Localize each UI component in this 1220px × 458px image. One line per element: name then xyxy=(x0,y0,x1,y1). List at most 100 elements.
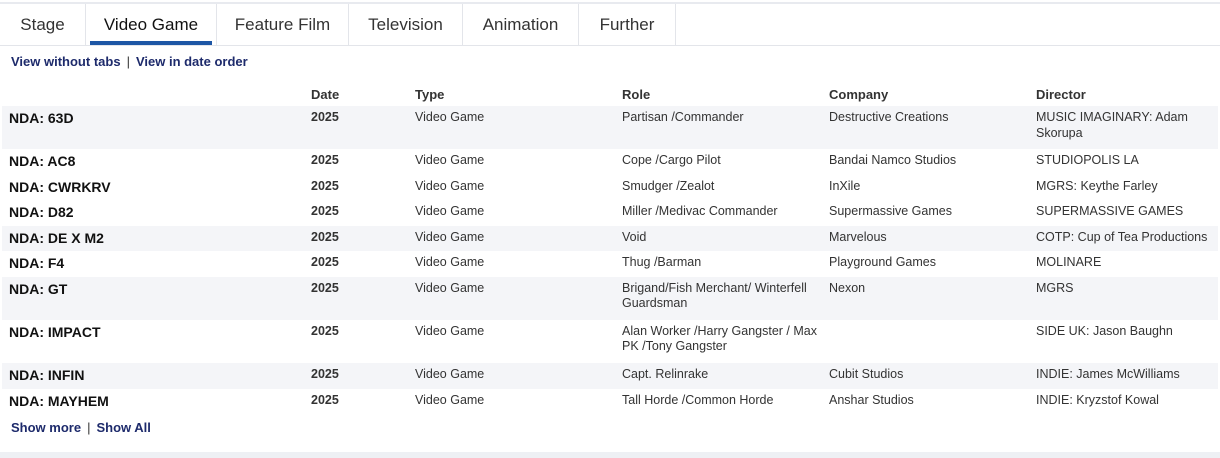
title-column-header xyxy=(2,82,311,106)
credit-company xyxy=(829,320,1036,363)
show-more-link[interactable]: Show more xyxy=(11,420,81,435)
company-column-header[interactable]: Company xyxy=(829,82,1036,106)
credit-date: 2025 xyxy=(311,225,415,252)
credit-title: NDA: CWRKRV xyxy=(9,178,111,195)
table-row: NDA: 63D 2025 Video Game Partisan /Comma… xyxy=(2,106,1218,149)
credit-title: NDA: GT xyxy=(2,276,311,320)
tab-video-game[interactable]: Video Game xyxy=(86,4,217,45)
credit-role: Thug /Barman xyxy=(622,255,702,270)
type-column-header[interactable]: Type xyxy=(415,82,622,106)
credit-type: Video Game xyxy=(415,255,485,270)
tab-animation[interactable]: Animation xyxy=(463,4,579,45)
credit-title: NDA: MAYHEM xyxy=(9,392,109,409)
credit-type: Video Game xyxy=(415,323,485,338)
credit-date: 2025 xyxy=(311,323,339,338)
credit-role: Capt. Relinrake xyxy=(622,362,829,389)
tab-label: Video Game xyxy=(103,14,199,34)
credit-company: Destructive Creations xyxy=(829,106,1036,149)
table-row: NDA: CWRKRV 2025 Video Game Smudger /Zea… xyxy=(2,175,1218,201)
credit-date: 2025 xyxy=(311,362,415,389)
credit-role: Alan Worker /Harry Gangster / Max PK /To… xyxy=(622,323,817,354)
tab-label: Television xyxy=(368,14,443,34)
table-row: NDA: INFIN 2025 Video Game Capt. Relinra… xyxy=(2,362,1218,389)
credit-type: Video Game xyxy=(415,276,622,320)
credit-role: Miller /Medivac Commander xyxy=(622,204,778,219)
credit-title: NDA: INFIN xyxy=(2,362,311,389)
credit-director: MGRS: Keythe Farley xyxy=(1036,178,1158,193)
credit-company: InXile xyxy=(829,178,861,193)
credit-company: Nexon xyxy=(829,276,1036,320)
credit-director: MOLINARE xyxy=(1036,255,1102,270)
credit-director: INDIE: Kryzstof Kowal xyxy=(1036,392,1159,407)
credit-director: MUSIC IMAGINARY: Adam Skorupa xyxy=(1036,106,1218,149)
credit-director: SUPERMASSIVE GAMES xyxy=(1036,204,1184,219)
view-without-tabs-link[interactable]: View without tabs xyxy=(11,54,121,69)
table-row: NDA: AC8 2025 Video Game Cope /Cargo Pil… xyxy=(2,149,1218,175)
director-column-header[interactable]: Director xyxy=(1036,82,1218,106)
credit-director: STUDIOPOLIS LA xyxy=(1036,153,1139,167)
tab-label: Further xyxy=(599,14,655,34)
bottom-divider xyxy=(0,452,1220,458)
credit-type: Video Game xyxy=(415,153,485,167)
credit-title: NDA: DE X M2 xyxy=(2,225,311,252)
credit-role: Cope /Cargo Pilot xyxy=(622,153,721,167)
active-tab-indicator xyxy=(90,41,212,45)
date-column-header[interactable]: Date xyxy=(311,82,415,106)
credit-company: Anshar Studios xyxy=(829,392,914,407)
role-column-header[interactable]: Role xyxy=(622,82,829,106)
credit-type: Video Game xyxy=(415,362,622,389)
tab-feature-film[interactable]: Feature Film xyxy=(217,4,349,45)
table-row: NDA: IMPACT 2025 Video Game Alan Worker … xyxy=(2,320,1218,363)
tab-television[interactable]: Television xyxy=(349,4,463,45)
credit-company: Supermassive Games xyxy=(829,204,952,219)
link-separator: | xyxy=(87,420,91,435)
credit-director: COTP: Cup of Tea Productions xyxy=(1036,225,1218,252)
credit-title: NDA: F4 xyxy=(9,255,65,272)
credit-director: SIDE UK: Jason Baughn xyxy=(1036,323,1173,338)
table-row: NDA: F4 2025 Video Game Thug /Barman Pla… xyxy=(2,251,1218,277)
credit-company: Marvelous xyxy=(829,225,1036,252)
table-header-row: Date Type Role Company Director xyxy=(2,82,1218,106)
link-separator: | xyxy=(126,54,130,69)
credit-date: 2025 xyxy=(311,204,339,219)
credit-date: 2025 xyxy=(311,106,415,149)
credit-type: Video Game xyxy=(415,106,622,149)
credit-type: Video Game xyxy=(415,392,485,407)
credit-type: Video Game xyxy=(415,178,485,193)
credit-director: MGRS xyxy=(1036,276,1218,320)
credit-type: Video Game xyxy=(415,225,622,252)
tab-further[interactable]: Further xyxy=(579,4,676,45)
credit-type: Video Game xyxy=(415,204,485,219)
tab-stage[interactable]: Stage xyxy=(0,4,86,45)
show-all-link[interactable]: Show All xyxy=(96,420,150,435)
credit-director: INDIE: James McWilliams xyxy=(1036,362,1218,389)
table-row: NDA: GT 2025 Video Game Brigand/Fish Mer… xyxy=(2,276,1218,320)
view-options: View without tabs | View in date order xyxy=(11,54,248,69)
credit-date: 2025 xyxy=(311,276,415,320)
table-row: NDA: MAYHEM 2025 Video Game Tall Horde /… xyxy=(2,389,1218,415)
table-row: NDA: D82 2025 Video Game Miller /Medivac… xyxy=(2,200,1218,226)
credit-date: 2025 xyxy=(311,392,339,407)
credit-title: NDA: D82 xyxy=(9,204,74,221)
credit-date: 2025 xyxy=(311,153,339,167)
tab-label: Feature Film xyxy=(234,14,331,34)
credit-company: Cubit Studios xyxy=(829,362,1036,389)
credit-title: NDA: IMPACT xyxy=(9,323,101,340)
credits-tab-bar: Stage Video Game Feature Film Television… xyxy=(0,4,1220,46)
credit-company: Playground Games xyxy=(829,255,937,270)
tab-label: Stage xyxy=(20,14,65,34)
table-row: NDA: DE X M2 2025 Video Game Void Marvel… xyxy=(2,225,1218,252)
credit-role: Smudger /Zealot xyxy=(622,178,715,193)
credit-date: 2025 xyxy=(311,255,339,270)
tab-label: Animation xyxy=(482,14,559,34)
credits-table: Date Type Role Company Director NDA: 63D… xyxy=(2,82,1218,414)
credit-title: NDA: 63D xyxy=(2,106,311,149)
credit-date: 2025 xyxy=(311,178,339,193)
credit-role: Tall Horde /Common Horde xyxy=(622,392,774,407)
credit-role: Brigand/Fish Merchant/ Winterfell Guards… xyxy=(622,276,829,320)
credit-role: Partisan /Commander xyxy=(622,106,829,149)
credit-company: Bandai Namco Studios xyxy=(829,153,957,167)
credit-role: Void xyxy=(622,225,829,252)
view-in-date-order-link[interactable]: View in date order xyxy=(136,54,248,69)
credit-title: NDA: AC8 xyxy=(9,153,76,169)
